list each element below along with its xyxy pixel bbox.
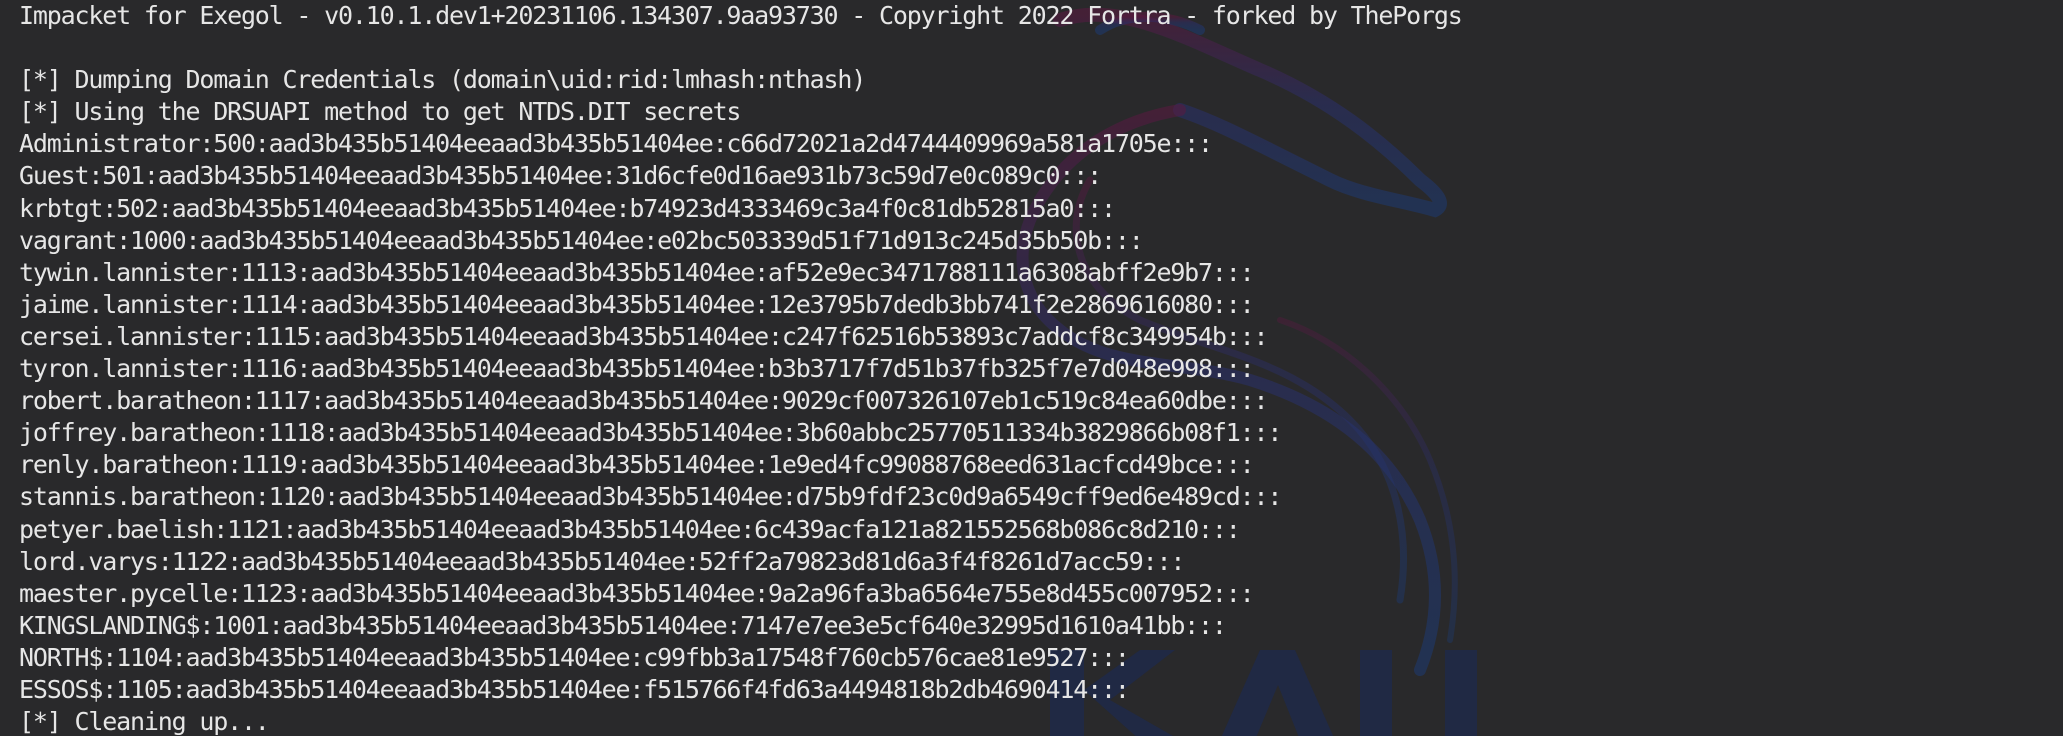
terminal-line-banner: Impacket for Exegol - v0.10.1.dev1+20231… — [19, 1, 1463, 30]
terminal-line-hash: lord.varys:1122:aad3b435b51404eeaad3b435… — [19, 546, 1185, 576]
terminal-line-hash: ESSOS$:1105:aad3b435b51404eeaad3b435b514… — [19, 674, 1130, 704]
terminal-line-hash: robert.baratheon:1117:aad3b435b51404eeaa… — [19, 386, 1269, 416]
terminal-line-hash: joffrey.baratheon:1118:aad3b435b51404eea… — [19, 418, 1282, 448]
terminal-line-hash: stannis.baratheon:1120:aad3b435b51404eea… — [19, 482, 1282, 512]
terminal-line-hash: petyer.baelish:1121:aad3b435b51404eeaad3… — [19, 514, 1241, 544]
terminal-line-hash: tyron.lannister:1116:aad3b435b51404eeaad… — [19, 354, 1255, 384]
terminal-line-hash: tywin.lannister:1113:aad3b435b51404eeaad… — [19, 257, 1255, 287]
terminal-output: Impacket for Exegol - v0.10.1.dev1+20231… — [19, 0, 1463, 736]
terminal-line-hash: NORTH$:1104:aad3b435b51404eeaad3b435b514… — [19, 642, 1130, 672]
terminal-line-hash: vagrant:1000:aad3b435b51404eeaad3b435b51… — [19, 225, 1144, 255]
terminal-line-info: [*] Dumping Domain Credentials (domain\u… — [19, 65, 866, 95]
terminal-line-hash: jaime.lannister:1114:aad3b435b51404eeaad… — [19, 289, 1255, 319]
terminal-line-hash: renly.baratheon:1119:aad3b435b51404eeaad… — [19, 450, 1255, 480]
terminal-line-hash: cersei.lannister:1115:aad3b435b51404eeaa… — [19, 321, 1269, 351]
terminal-line-hash: maester.pycelle:1123:aad3b435b51404eeaad… — [19, 578, 1255, 608]
terminal-line-hash: krbtgt:502:aad3b435b51404eeaad3b435b5140… — [19, 193, 1116, 223]
terminal-line-hash: Administrator:500:aad3b435b51404eeaad3b4… — [19, 129, 1213, 159]
terminal-line-hash: Guest:501:aad3b435b51404eeaad3b435b51404… — [19, 161, 1102, 191]
terminal-line-hash: KINGSLANDING$:1001:aad3b435b51404eeaad3b… — [19, 610, 1227, 640]
terminal-line-info: [*] Cleaning up... — [19, 707, 270, 736]
terminal-window[interactable]: Impacket for Exegol - v0.10.1.dev1+20231… — [0, 0, 2063, 736]
terminal-line-info: [*] Using the DRSUAPI method to get NTDS… — [19, 97, 741, 127]
